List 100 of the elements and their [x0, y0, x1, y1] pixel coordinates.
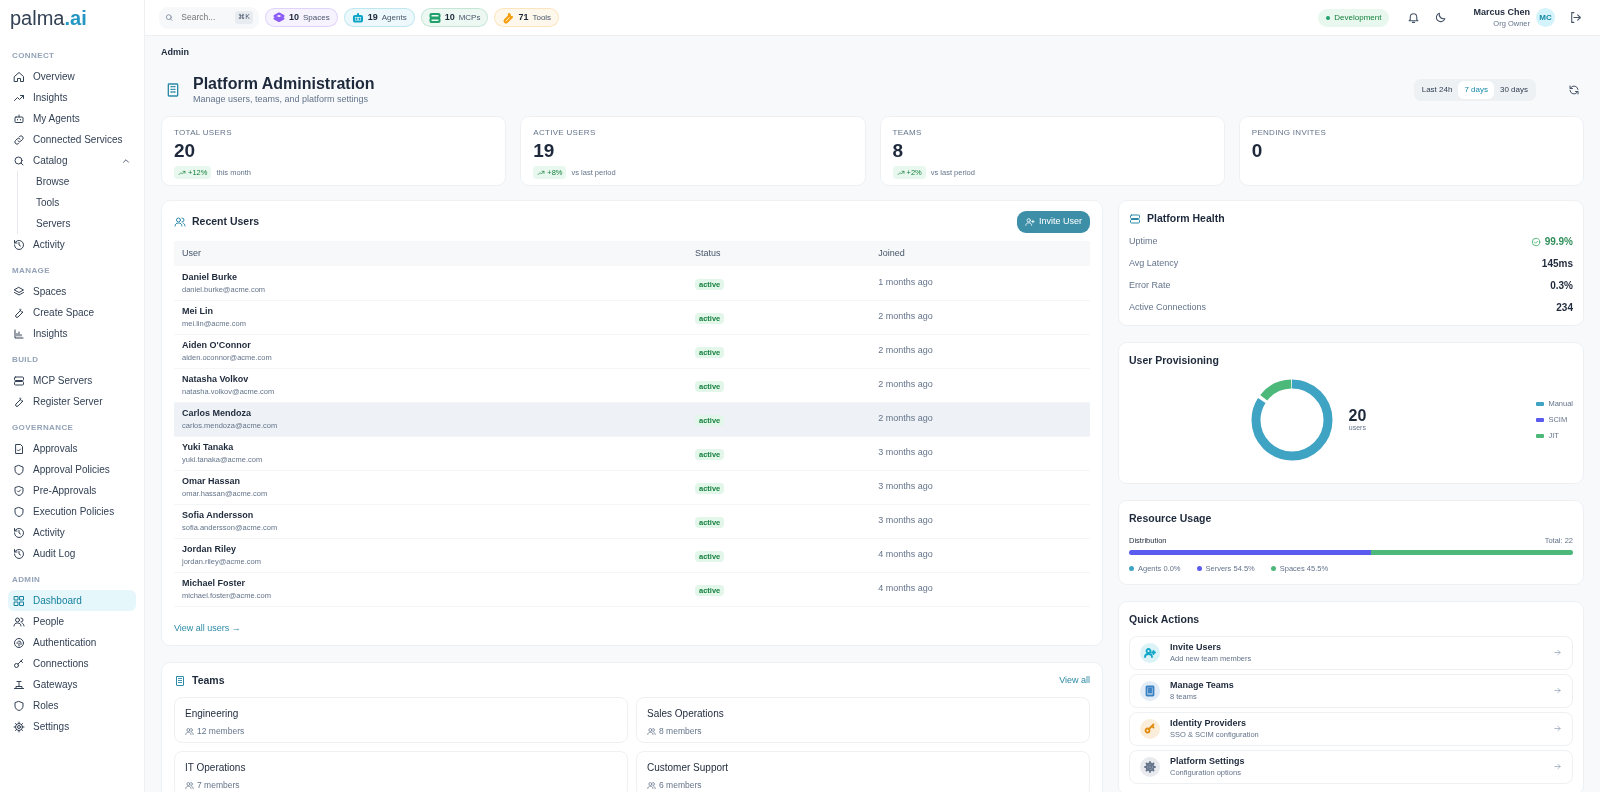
people-icon — [174, 215, 186, 228]
nav-item[interactable]: MCP Servers — [8, 370, 136, 391]
nav-item[interactable]: Pre-Approvals — [8, 480, 136, 501]
column-header: Status — [686, 240, 871, 267]
nav-item[interactable]: My Agents — [8, 108, 136, 129]
layers-icon — [13, 285, 25, 298]
nav-item[interactable]: Settings — [8, 716, 136, 737]
range-tab[interactable]: 30 days — [1493, 80, 1534, 99]
nav-item[interactable]: Execution Policies — [8, 501, 136, 522]
view-all-users-link[interactable]: View all users → — [174, 622, 241, 633]
page-subtitle: Manage users, teams, and platform settings — [193, 92, 370, 106]
section-label: BUILD — [12, 354, 40, 366]
range-tab[interactable]: 7 days — [1458, 80, 1494, 99]
member-count: 6 members — [659, 778, 702, 792]
team-name: Customer Support — [647, 760, 730, 775]
count-chip[interactable]: 19 Agents — [343, 8, 415, 27]
arrow-right-icon — [1553, 762, 1562, 772]
people-icon — [185, 780, 194, 790]
metric-value: 0.3% — [1550, 279, 1573, 294]
nav-item[interactable]: Register Server — [8, 391, 136, 412]
arrow-right-icon — [1553, 686, 1562, 696]
section-label: CONNECT — [12, 50, 56, 62]
section-label: MANAGE — [12, 265, 51, 277]
nav-item[interactable]: Connected Services — [8, 129, 136, 150]
add-user-icon — [1025, 216, 1035, 227]
member-count: 12 members — [197, 724, 245, 738]
nav-item[interactable]: Audit Log — [8, 543, 136, 564]
user-name: Mei Lin — [182, 304, 214, 318]
settings-icon — [1140, 756, 1160, 777]
joined-cell: 1 months ago — [870, 266, 1090, 301]
bell-icon — [1407, 11, 1421, 24]
column-header: User — [174, 240, 687, 267]
card-title: Teams — [192, 673, 226, 689]
logo[interactable]: palma.ai — [8, 6, 136, 40]
view-all-link[interactable]: View all — [1059, 674, 1090, 688]
robot-icon — [13, 112, 25, 125]
nav-item[interactable]: Insights — [8, 87, 136, 108]
stat-value: 0 — [1251, 139, 1264, 163]
joined-cell: 4 months ago — [870, 572, 1090, 607]
key-icon — [1140, 718, 1160, 739]
nav-item[interactable]: Insights — [8, 323, 136, 344]
count-chip[interactable]: 10 MCPs — [420, 8, 489, 27]
user-name: Natasha Volkov — [182, 372, 250, 386]
member-count: 7 members — [197, 778, 240, 792]
range-tab[interactable]: Last 24h — [1415, 80, 1459, 99]
nav-item[interactable]: Approvals — [8, 438, 136, 459]
team-card[interactable]: IT Operations 7 members — [174, 750, 628, 792]
nav-item[interactable]: Gateways — [8, 674, 136, 695]
nav-item[interactable]: Approval Policies — [8, 459, 136, 480]
nav-item[interactable]: Spaces — [8, 281, 136, 302]
arrow-right-icon — [1553, 724, 1562, 734]
nav-item[interactable]: Dashboard — [8, 590, 136, 611]
invite-user-button[interactable]: Invite User — [1017, 211, 1090, 233]
team-name: Sales Operations — [647, 706, 725, 721]
section-label: GOVERNANCE — [12, 422, 75, 434]
shield-icon — [13, 699, 25, 712]
avatar[interactable]: MC — [1536, 8, 1555, 27]
nav-item[interactable]: Create Space — [8, 302, 136, 323]
joined-cell: 4 months ago — [870, 538, 1090, 573]
nav-subitem[interactable]: Servers — [22, 213, 136, 234]
team-card[interactable]: Sales Operations 8 members — [636, 696, 1090, 743]
history-icon — [13, 526, 25, 539]
action-title: Identity Providers — [1170, 716, 1248, 729]
key-icon — [13, 657, 25, 670]
user-name: Jordan Riley — [182, 542, 238, 556]
nav-item[interactable]: People — [8, 611, 136, 632]
logout-icon — [1569, 11, 1582, 24]
nav-item[interactable]: Activity — [8, 234, 136, 255]
nav-item[interactable]: Catalog — [8, 150, 136, 171]
shield-check-icon — [13, 484, 25, 497]
metric-label: Error Rate — [1129, 279, 1171, 293]
count-chip[interactable]: 71 Tools — [494, 8, 560, 27]
nav-item[interactable]: Activity — [8, 522, 136, 543]
people-icon — [185, 726, 194, 736]
settings-icon — [13, 720, 25, 733]
count-chip[interactable]: 10 Spaces — [265, 8, 338, 27]
nav-item[interactable]: Authentication — [8, 632, 136, 653]
joined-cell: 2 months ago — [870, 334, 1090, 369]
search-input[interactable]: Search... — [179, 10, 230, 25]
metric-value: 99.9% — [1544, 235, 1573, 250]
nav-item[interactable]: Connections — [8, 653, 136, 674]
stat-label: TOTAL USERS — [174, 127, 233, 140]
nav-item[interactable]: Overview — [8, 66, 136, 87]
joined-cell: 2 months ago — [870, 368, 1090, 403]
stat-value: 20 — [174, 139, 197, 163]
page-title: Platform Administration — [193, 73, 376, 93]
metric-label: Uptime — [1129, 235, 1158, 249]
breadcrumb: Admin — [161, 46, 190, 59]
nav-subitem[interactable]: Browse — [22, 171, 136, 192]
grid-icon — [13, 594, 25, 607]
action-title: Platform Settings — [1170, 754, 1246, 767]
stat-value: 19 — [533, 139, 556, 163]
team-card[interactable]: Engineering 12 members — [174, 696, 628, 743]
team-card[interactable]: Customer Support 6 members — [636, 750, 1090, 792]
section-label: ADMIN — [12, 574, 42, 586]
joined-cell: 2 months ago — [870, 300, 1090, 335]
trend-icon — [178, 168, 186, 177]
nav-subitem[interactable]: Tools — [22, 192, 136, 213]
user-name: Michael Foster — [182, 576, 247, 590]
nav-item[interactable]: Roles — [8, 695, 136, 716]
